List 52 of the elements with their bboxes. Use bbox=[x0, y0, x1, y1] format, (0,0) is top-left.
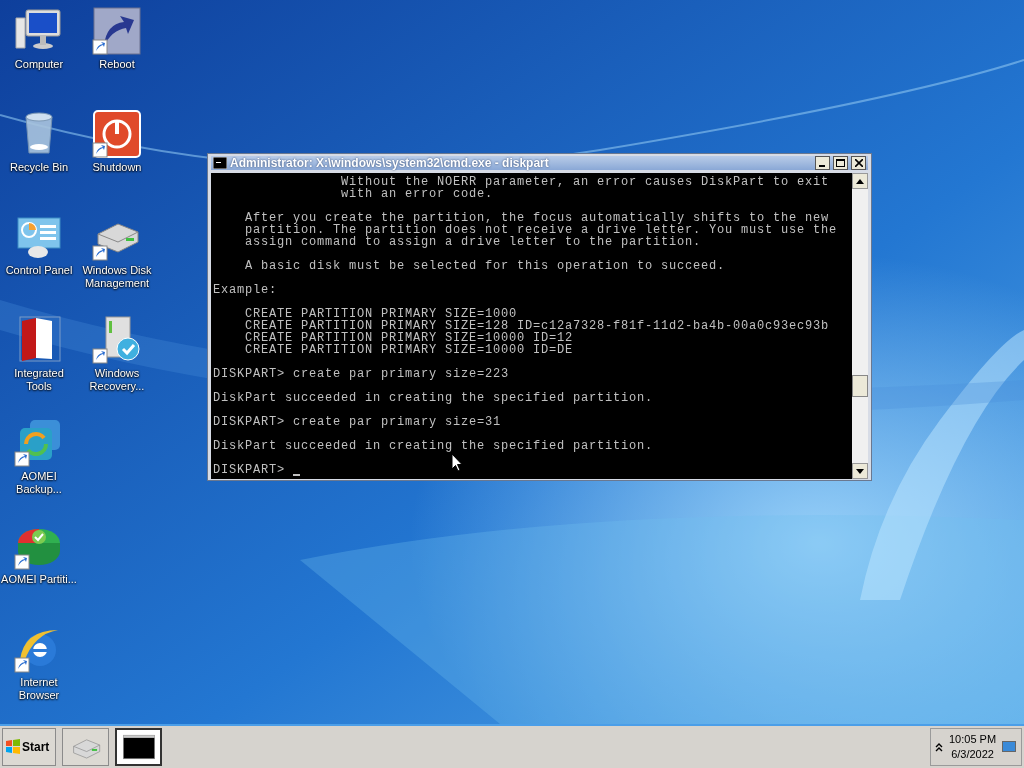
maximize-icon bbox=[836, 159, 845, 167]
console-prompt: DISKPART> bbox=[213, 464, 285, 476]
scroll-thumb[interactable] bbox=[852, 375, 868, 397]
console-line: CREATE PARTITION PRIMARY SIZE=1000 bbox=[244, 308, 518, 320]
text-cursor bbox=[293, 474, 300, 476]
clock-time[interactable]: 10:05 PM bbox=[949, 732, 997, 747]
console-line: partition. The partition does not receive a drive letter. You must use the bbox=[244, 224, 839, 236]
icon-label[interactable]: Windows Recovery... bbox=[79, 367, 155, 393]
up-arrow-icon bbox=[856, 178, 864, 184]
clock-date[interactable]: 6/3/2022 bbox=[951, 747, 994, 762]
drive-check-icon[interactable] bbox=[92, 315, 142, 365]
console-line: CREATE PARTITION PRIMARY SIZE=10000 ID=12 bbox=[244, 332, 575, 344]
down-arrow-icon bbox=[856, 468, 864, 474]
taskbar-button[interactable] bbox=[115, 728, 162, 766]
close-button[interactable] bbox=[851, 156, 866, 170]
start-button[interactable]: Start bbox=[2, 728, 56, 766]
console-line: DiskPart succeeded in creating the specified partition. bbox=[213, 440, 655, 452]
console-icon bbox=[120, 732, 157, 762]
scroll-down-button[interactable] bbox=[852, 463, 868, 479]
minimize-button[interactable] bbox=[815, 156, 830, 170]
window-title: Administrator: X:\windows\system32\cmd.exe - diskpart bbox=[230, 156, 550, 170]
show-desktop-icon[interactable] bbox=[1002, 741, 1017, 753]
console-line: After you create the partition, the focus automatically shifts to the new bbox=[244, 212, 830, 224]
icon-label[interactable]: AOMEI Backup... bbox=[1, 470, 77, 496]
console-line: CREATE PARTITION PRIMARY SIZE=128 ID=c12a7328-f81f-11d2-ba4b-00a0c93ec93b bbox=[244, 320, 831, 332]
icon-label[interactable]: Internet Browser bbox=[1, 676, 77, 702]
console-line: DiskPart succeeded in creating the specified partition. bbox=[213, 392, 655, 404]
icon-label[interactable]: Recycle Bin bbox=[1, 161, 77, 174]
icon-label[interactable]: Windows Disk Management bbox=[79, 264, 155, 290]
console-line: A basic disk must be selected for this operation to succeed. bbox=[244, 260, 727, 272]
mouse-pointer-icon bbox=[451, 453, 463, 472]
icon-label[interactable]: Reboot bbox=[79, 58, 155, 71]
chevron-up-icon[interactable] bbox=[935, 742, 943, 752]
console-line: Example: bbox=[213, 284, 278, 296]
console-icon bbox=[213, 157, 227, 169]
windows-logo-icon bbox=[5, 739, 21, 755]
icon-label[interactable]: Computer bbox=[1, 58, 77, 71]
console-line: DISKPART> create par primary size=31 bbox=[213, 416, 503, 428]
console-line: Without the NOERR parameter, an error causes DiskPart to exit bbox=[340, 176, 831, 188]
console-line: DISKPART> create par primary size=223 bbox=[213, 368, 511, 380]
icon-label[interactable]: Control Panel bbox=[1, 264, 77, 277]
close-icon bbox=[854, 159, 863, 167]
icon-label[interactable]: Integrated Tools bbox=[1, 367, 77, 393]
power-icon[interactable] bbox=[92, 109, 142, 159]
icon-label[interactable]: AOMEI Partiti... bbox=[1, 573, 77, 586]
console-line: with an error code. bbox=[340, 188, 494, 200]
icon-label[interactable]: Shutdown bbox=[79, 161, 155, 174]
maximize-button[interactable] bbox=[833, 156, 848, 170]
scrollbar[interactable] bbox=[852, 173, 868, 479]
scroll-up-button[interactable] bbox=[852, 173, 868, 189]
console-line: CREATE PARTITION PRIMARY SIZE=10000 ID=DE bbox=[244, 344, 575, 356]
console-line: assign command to assign a drive letter to the partition. bbox=[244, 236, 703, 248]
